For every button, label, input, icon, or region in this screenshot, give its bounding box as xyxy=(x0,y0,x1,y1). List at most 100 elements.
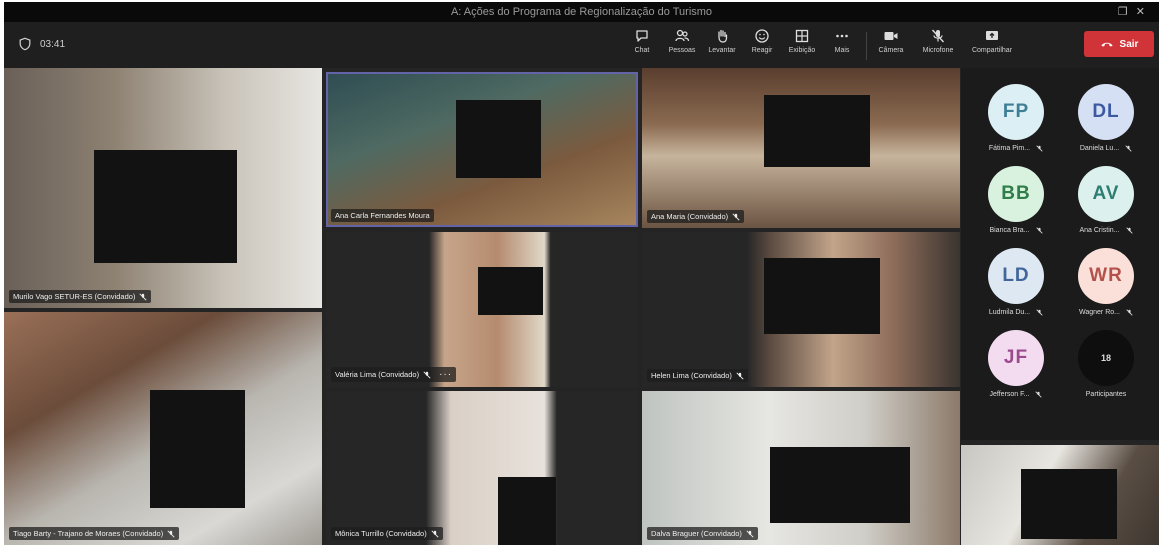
participant-name: Wagner Ro... xyxy=(1079,309,1133,316)
timer-text: 03:41 xyxy=(40,38,66,50)
video-tile-monica[interactable]: Mônica Turrillo (Convidado) xyxy=(326,391,638,545)
shield-icon xyxy=(19,37,31,51)
video-tile-valeria[interactable]: Valéria Lima (Convidado) ··· xyxy=(326,232,638,387)
window-title: A: Ações do Programa de Regionalização d… xyxy=(450,6,713,18)
mic-muted-icon xyxy=(1125,145,1132,152)
mic-muted-icon xyxy=(732,212,740,221)
avatar-initials: BB xyxy=(1001,183,1031,204)
avatar[interactable]: AV xyxy=(1078,166,1134,222)
close-icon[interactable]: ✕ xyxy=(1136,6,1153,18)
participant-name: Bianca Bra... xyxy=(989,227,1043,234)
participant-avatar-cell[interactable]: LD Ludmila Du... xyxy=(971,248,1061,330)
self-view-tile[interactable] xyxy=(961,445,1159,545)
avatar[interactable]: LD xyxy=(988,248,1044,304)
participant-name: Ana Maria (Convidado) xyxy=(651,212,729,221)
share-button[interactable]: Compartilhar xyxy=(965,24,1019,66)
camera-icon xyxy=(884,32,898,40)
hand-icon xyxy=(718,29,728,43)
raise-hand-label: Levantar xyxy=(708,47,736,54)
avatar-initials: JF xyxy=(1003,347,1029,368)
video-tile-ana-maria[interactable]: Ana Maria (Convidado) xyxy=(642,68,960,228)
redaction-block xyxy=(764,95,870,167)
chat-label: Chat xyxy=(634,47,650,54)
participant-label: Valéria Lima (Convidado) ··· xyxy=(331,367,457,382)
participant-name: Ludmila Du... xyxy=(989,309,1043,316)
avatar[interactable]: WR xyxy=(1078,248,1134,304)
people-icon xyxy=(675,29,690,42)
participant-avatar-cell[interactable]: JF Jefferson F... xyxy=(971,330,1061,412)
phone-hangup-icon xyxy=(1100,42,1113,47)
participant-name: Ana Cristin... xyxy=(1079,227,1133,234)
chat-button[interactable]: Chat xyxy=(622,24,662,66)
participant-name-text: Ludmila Du... xyxy=(988,309,1031,316)
participant-name-text: Bianca Bra... xyxy=(989,227,1030,234)
redaction-block xyxy=(150,390,245,508)
participant-avatar-cell[interactable]: FP Fátima Pim... xyxy=(971,84,1061,166)
tile-more-options-icon[interactable]: ··· xyxy=(439,369,452,380)
video-stage: Murilo Vago SETUR-ES (Convidado) Ana Car… xyxy=(4,68,1159,545)
participant-name: Jefferson F... xyxy=(990,391,1043,398)
mic-muted-icon xyxy=(1036,309,1043,316)
microphone-button[interactable]: Microfone xyxy=(911,24,965,66)
redaction-block xyxy=(770,447,910,523)
avatar[interactable]: DL xyxy=(1078,84,1134,140)
participant-avatar-cell[interactable]: AV Ana Cristin... xyxy=(1061,166,1151,248)
react-button[interactable]: Reagir xyxy=(742,24,782,66)
avatar[interactable]: FP xyxy=(988,84,1044,140)
participant-avatar-cell[interactable]: BB Bianca Bra... xyxy=(971,166,1061,248)
video-tile-murilo[interactable]: Murilo Vago SETUR-ES (Convidado) xyxy=(4,68,322,308)
camera-button[interactable]: Câmera xyxy=(871,24,911,66)
camera-label: Câmera xyxy=(878,47,904,54)
share-screen-icon xyxy=(986,31,998,40)
more-participants-text: Participantes xyxy=(1085,391,1127,398)
mic-muted-icon xyxy=(736,371,744,380)
redaction-block xyxy=(478,267,543,315)
participant-avatar-cell[interactable]: WR Wagner Ro... xyxy=(1061,248,1151,330)
view-label: Exibição xyxy=(788,47,816,54)
participant-name: Valéria Lima (Convidado) xyxy=(335,370,420,379)
avatar-initials: FP xyxy=(1002,101,1030,122)
more-participants-label: Participantes xyxy=(1086,391,1126,398)
redaction-block xyxy=(456,100,541,178)
people-button[interactable]: Pessoas xyxy=(662,24,702,66)
chat-icon xyxy=(636,30,648,42)
participant-name: Daniela Lu... xyxy=(1080,145,1132,152)
more-participants-cell[interactable]: 18 Participantes xyxy=(1061,330,1151,412)
participant-label: Murilo Vago SETUR-ES (Convidado) xyxy=(9,290,152,303)
raise-hand-button[interactable]: Levantar xyxy=(702,24,742,66)
redaction-block xyxy=(498,477,556,545)
mic-muted-icon xyxy=(423,370,431,379)
video-tile-tiago[interactable]: Tiago Barty - Trajano de Moraes (Convida… xyxy=(4,312,322,545)
view-button[interactable]: Exibição xyxy=(782,24,822,66)
participant-name: Dalva Braguer (Convidado) xyxy=(651,529,742,538)
react-label: Reagir xyxy=(751,47,773,54)
more-button[interactable]: Mais xyxy=(822,24,862,66)
participant-label: Ana Maria (Convidado) xyxy=(647,210,745,223)
smiley-icon xyxy=(755,29,769,43)
avatar-initials: WR xyxy=(1089,265,1123,286)
avatar[interactable]: BB xyxy=(988,166,1044,222)
avatar-initials: LD xyxy=(1002,265,1030,286)
avatar[interactable]: JF xyxy=(988,330,1044,386)
avatar-initials: AV xyxy=(1092,183,1120,204)
video-tile-ana-carla[interactable]: Ana Carla Fernandes Moura xyxy=(326,72,638,227)
leave-button[interactable]: Sair xyxy=(1084,31,1154,57)
redaction-block xyxy=(94,150,237,263)
more-participants-count[interactable]: 18 xyxy=(1078,330,1134,386)
meeting-toolbar: 03:41 Chat Pessoas Levantar Reagir Exibi… xyxy=(4,22,1159,68)
microphone-label: Microfone xyxy=(922,47,954,54)
mic-muted-icon xyxy=(1125,227,1133,234)
participant-name-text: Wagner Ro... xyxy=(1079,309,1120,316)
participant-roster: FP Fátima Pim... DL Daniela Lu... BB Bia… xyxy=(961,68,1159,440)
restore-icon[interactable]: ❐ xyxy=(1118,6,1136,18)
mic-muted-icon xyxy=(167,529,175,538)
mic-muted-icon xyxy=(1036,145,1043,152)
participant-label: Ana Carla Fernandes Moura xyxy=(331,209,434,222)
mic-muted-icon xyxy=(1035,227,1043,234)
mic-muted-icon xyxy=(431,529,439,538)
window-titlebar: A: Ações do Programa de Regionalização d… xyxy=(4,2,1159,22)
video-tile-helen[interactable]: Helen Lima (Convidado) xyxy=(642,232,960,387)
video-tile-dalva[interactable]: Dalva Braguer (Convidado) xyxy=(642,391,960,545)
participant-avatar-cell[interactable]: DL Daniela Lu... xyxy=(1061,84,1151,166)
window-controls[interactable]: ❐✕ xyxy=(1118,5,1153,18)
